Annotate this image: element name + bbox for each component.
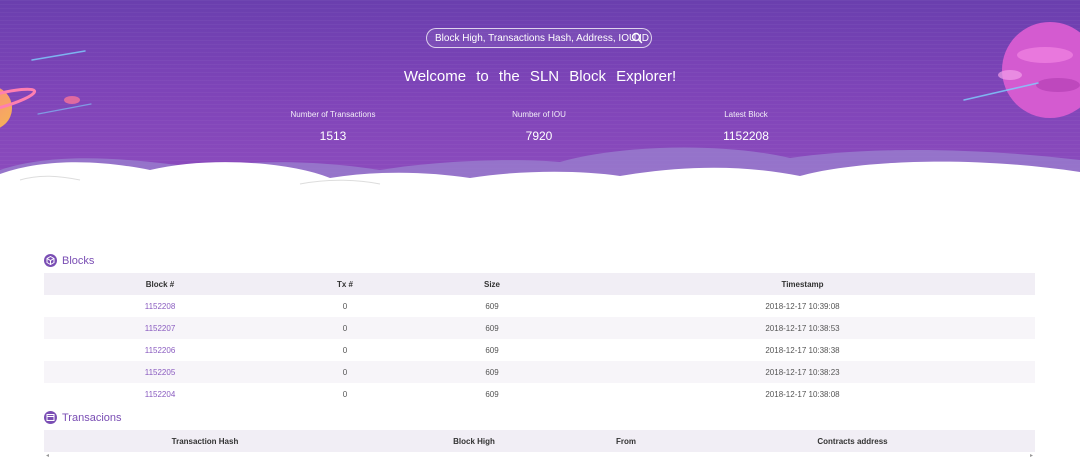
- hero-banner: Block High, Transactions Hash, Address, …: [0, 0, 1080, 200]
- tx-count-cell: 0: [342, 301, 348, 311]
- table-header-row: Block # Tx # Size Timestamp: [44, 273, 1035, 295]
- block-number-link[interactable]: 1152206: [44, 339, 276, 361]
- scroll-right-icon[interactable]: ▸: [1030, 452, 1033, 459]
- table-row: 1152204 0 609 2018-12-17 10:38:08: [44, 383, 1035, 405]
- block-number-link[interactable]: 1152208: [44, 295, 276, 317]
- tx-count-cell: 0: [276, 317, 414, 339]
- block-number-link[interactable]: 1152207: [44, 317, 276, 339]
- welcome-heading: Welcome to the SLN Block Explorer!: [403, 68, 677, 85]
- section-label: Blocks: [62, 254, 95, 267]
- stat-transactions: Number of Transactions 1513: [253, 110, 413, 143]
- size-cell: 609: [485, 389, 499, 399]
- block-number-link[interactable]: 1152204: [44, 383, 276, 405]
- stat-label: Number of Transactions: [290, 110, 376, 119]
- size-cell: 609: [485, 345, 499, 355]
- comet-left-illustration: [31, 50, 86, 61]
- stat-label: Latest Block: [724, 110, 768, 119]
- blocks-table: Block # Tx # Size Timestamp 1152208 0 60…: [44, 273, 1035, 405]
- size-cell: 609: [414, 317, 570, 339]
- size-cell: 609: [414, 361, 570, 383]
- search-placeholder: Block High, Transactions Hash, Address, …: [435, 32, 649, 44]
- transactions-section-title: Transacions: [44, 411, 122, 424]
- block-number-link[interactable]: 1152205: [44, 361, 276, 383]
- timestamp-cell: 2018-12-17 10:39:08: [765, 301, 840, 311]
- tx-count-cell: 0: [276, 361, 414, 383]
- column-header[interactable]: Transaction Hash: [44, 430, 366, 452]
- cube-icon: [44, 254, 57, 267]
- timestamp-cell: 2018-12-17 10:38:38: [765, 345, 840, 355]
- timestamp-cell: 2018-12-17 10:38:53: [570, 317, 1035, 339]
- table-header-row: Transaction Hash Block High From Contrac…: [44, 430, 1035, 452]
- column-header[interactable]: From: [582, 430, 670, 452]
- search-input[interactable]: Block High, Transactions Hash, Address, …: [426, 28, 652, 48]
- size-cell: 609: [485, 301, 499, 311]
- section-label: Transacions: [62, 411, 122, 424]
- column-header[interactable]: Size: [414, 273, 570, 295]
- stat-iou: Number of IOU 7920: [459, 110, 619, 143]
- stat-latest-block: Latest Block 1152208: [666, 110, 826, 143]
- column-header[interactable]: Contracts address: [670, 430, 1035, 452]
- clouds-divider: [0, 147, 1080, 200]
- table-row: 1152208 0 609 2018-12-17 10:39:08: [44, 295, 1035, 317]
- transaction-list-icon: [44, 411, 57, 424]
- stat-label: Number of IOU: [512, 110, 566, 119]
- table-row: 1152206 0 609 2018-12-17 10:38:38: [44, 339, 1035, 361]
- column-header[interactable]: Timestamp: [570, 273, 1035, 295]
- tx-count-cell: 0: [342, 345, 348, 355]
- column-header[interactable]: Block #: [44, 273, 276, 295]
- comet-left-lower-illustration: [37, 103, 92, 115]
- horizontal-scrollbar[interactable]: ◂ ▸: [44, 452, 1035, 460]
- search-icon[interactable]: [631, 32, 643, 44]
- column-header[interactable]: Tx #: [276, 273, 414, 295]
- transactions-table: Transaction Hash Block High From Contrac…: [44, 430, 1035, 452]
- scroll-left-icon[interactable]: ◂: [46, 452, 49, 459]
- table-row: 1152207 0 609 2018-12-17 10:38:53: [44, 317, 1035, 339]
- timestamp-cell: 2018-12-17 10:38:08: [765, 389, 840, 399]
- table-row: 1152205 0 609 2018-12-17 10:38:23: [44, 361, 1035, 383]
- tx-count-cell: 0: [342, 389, 348, 399]
- blocks-section-title: Blocks: [44, 254, 94, 267]
- timestamp-cell: 2018-12-17 10:38:23: [570, 361, 1035, 383]
- column-header[interactable]: Block High: [366, 430, 582, 452]
